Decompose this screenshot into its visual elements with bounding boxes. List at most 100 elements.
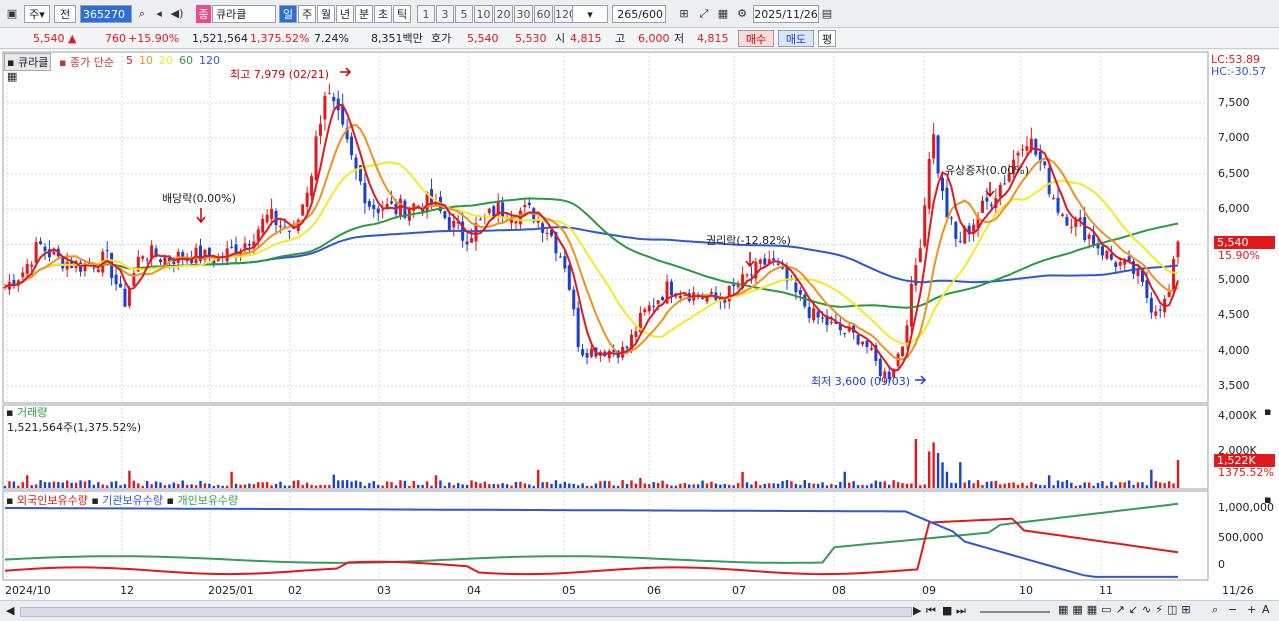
candle-body — [92, 267, 96, 269]
tool-icons[interactable]: ▦▦▦▭↗↙∿⚡◫⊞ — [1058, 603, 1195, 616]
save-icon[interactable]: ▦ — [714, 5, 732, 23]
period-button[interactable]: 년 — [336, 5, 354, 23]
volume-bar — [457, 483, 460, 488]
candle-body — [936, 135, 940, 174]
mode-day-select[interactable]: 주▾ — [24, 5, 50, 23]
volume-bar — [225, 485, 229, 488]
volume-bar — [781, 481, 784, 488]
interval-button[interactable]: 3 — [436, 5, 454, 23]
candle-body — [945, 187, 949, 218]
last-page-icon[interactable]: ⏭ — [956, 604, 966, 618]
candle-body — [1034, 138, 1038, 155]
turnover-value: 7.24% — [314, 32, 349, 45]
candle-body — [909, 283, 913, 327]
first-page-icon[interactable]: ⏮ — [926, 604, 936, 618]
period-button[interactable]: 일 — [279, 5, 297, 23]
candle-body — [443, 211, 447, 219]
buy-button[interactable]: 매수 — [738, 30, 774, 47]
stop-icon[interactable]: ■ — [942, 604, 952, 617]
volume-bar — [532, 485, 535, 488]
search-icon[interactable]: ⌕ — [133, 5, 151, 23]
period-button[interactable]: 월 — [317, 5, 335, 23]
price-panel-header[interactable]: ▪ 큐라클 — [4, 53, 52, 71]
calendar-icon[interactable]: ▤ — [818, 5, 836, 23]
magnify-icon[interactable]: ⌕ — [1212, 603, 1218, 617]
interval-button[interactable]: 5 — [455, 5, 473, 23]
candle-body — [643, 309, 647, 313]
candle-body — [567, 265, 571, 290]
volume-bar — [394, 485, 398, 488]
zoom-slider[interactable] — [980, 611, 1050, 613]
interval-button[interactable]: 20 — [494, 5, 513, 23]
candle-body — [1025, 146, 1029, 151]
draw-tool-icon[interactable]: ⤢ — [695, 5, 713, 23]
legend-institution: 기관보유수량 — [102, 494, 164, 507]
volume-bar — [696, 484, 700, 488]
interval-dropdown[interactable]: ▾ — [572, 5, 608, 23]
panel-menu-icon-4[interactable]: ▪ — [6, 494, 13, 507]
scroll-left-icon[interactable]: ◀ — [6, 604, 14, 617]
date-field[interactable]: 2025/11/26 — [753, 5, 819, 23]
candle-body — [314, 136, 318, 181]
interval-button[interactable]: 1 — [417, 5, 435, 23]
volume-bar — [159, 482, 162, 488]
period-button[interactable]: 주 — [298, 5, 316, 23]
window-layout-icon[interactable]: ▣ — [3, 5, 21, 23]
close-panel-icon[interactable]: ▪ — [1264, 405, 1271, 418]
candle-body — [1176, 241, 1180, 258]
zoom-out-icon[interactable]: − — [1228, 603, 1237, 616]
candle-type-icon[interactable]: ⊞ — [675, 5, 693, 23]
volume-bar — [52, 481, 56, 488]
candle-body — [1105, 250, 1109, 259]
mode-day-label: 주 — [29, 8, 40, 21]
stock-name-field[interactable]: 큐라클 — [212, 5, 276, 23]
volume-bar — [265, 482, 269, 488]
candle-body — [278, 225, 282, 228]
interval-button[interactable]: 60 — [534, 5, 553, 23]
volume-bar — [1123, 482, 1126, 488]
volume-header[interactable]: ▪ 거래량 — [6, 404, 47, 420]
period-button[interactable]: 분 — [355, 5, 373, 23]
gear-icon[interactable]: ⚙ — [733, 5, 751, 23]
volume-bar — [941, 462, 944, 488]
panel-menu-icon[interactable]: ▪ — [7, 56, 14, 69]
eval-button[interactable]: 평 — [818, 30, 836, 47]
candle-body — [678, 295, 682, 299]
candle-body — [261, 218, 265, 233]
volume-bar — [621, 480, 624, 488]
close-panel-icon-2[interactable]: ▪ — [1264, 493, 1271, 506]
mode-prev-button[interactable]: 전 — [54, 5, 76, 23]
panel-menu-icon-3[interactable]: ▪ — [6, 406, 13, 419]
volume-bar — [830, 483, 833, 488]
x-axis-last-date: 11/26 — [1222, 584, 1254, 597]
volume-bar — [736, 483, 740, 488]
stock-code-input[interactable]: 365270 — [80, 5, 132, 23]
candle-body — [563, 256, 567, 269]
sound-icon[interactable]: ◀) — [168, 5, 186, 23]
zoom-in-icon[interactable]: + — [1247, 603, 1256, 616]
low-label: 저 — [674, 32, 685, 45]
scroll-right-icon[interactable]: ▶ — [913, 604, 921, 617]
text-icon[interactable]: A — [1262, 603, 1270, 616]
prev-stock-icon[interactable]: ◂ — [150, 5, 168, 23]
volume-bar — [492, 483, 495, 488]
candle-body — [301, 204, 305, 216]
sell-button[interactable]: 매도 — [778, 30, 814, 47]
count-field[interactable]: 265/600 — [612, 5, 666, 23]
table-toggle-icon[interactable]: ▦ — [7, 70, 17, 83]
candle-body — [230, 246, 234, 248]
horizontal-scrollbar[interactable] — [20, 607, 912, 617]
volume-bar — [430, 485, 433, 488]
price-tick: 7,500 — [1218, 96, 1250, 109]
period-button[interactable]: 초 — [374, 5, 392, 23]
event-capital-increase: 유상증자(0.00%) — [945, 164, 1030, 177]
candle-body — [803, 294, 807, 307]
candle-body — [661, 297, 665, 301]
candle-body — [776, 263, 780, 265]
change-percent: +15.90% — [128, 32, 180, 45]
period-button[interactable]: 틱 — [393, 5, 411, 23]
candle-body — [829, 321, 833, 324]
interval-button[interactable]: 10 — [474, 5, 493, 23]
volume-bar — [359, 481, 362, 488]
interval-button[interactable]: 30 — [514, 5, 533, 23]
